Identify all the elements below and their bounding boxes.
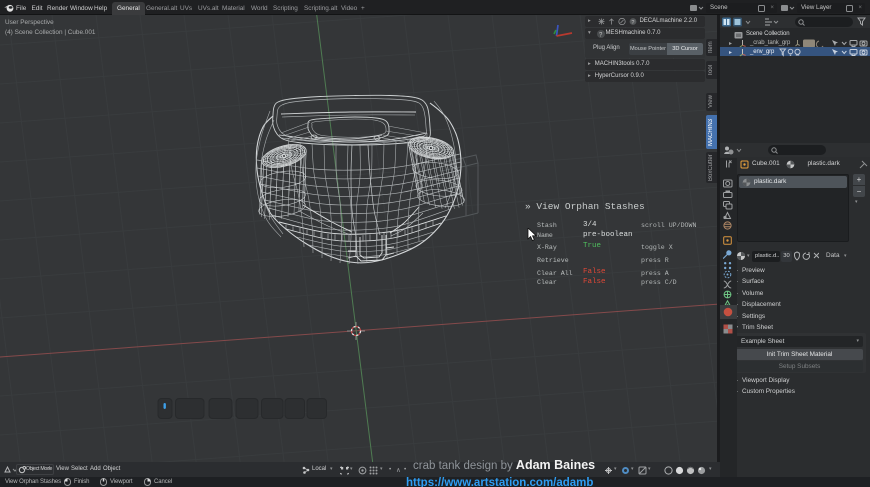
svg-text:?: ?: [631, 20, 634, 25]
